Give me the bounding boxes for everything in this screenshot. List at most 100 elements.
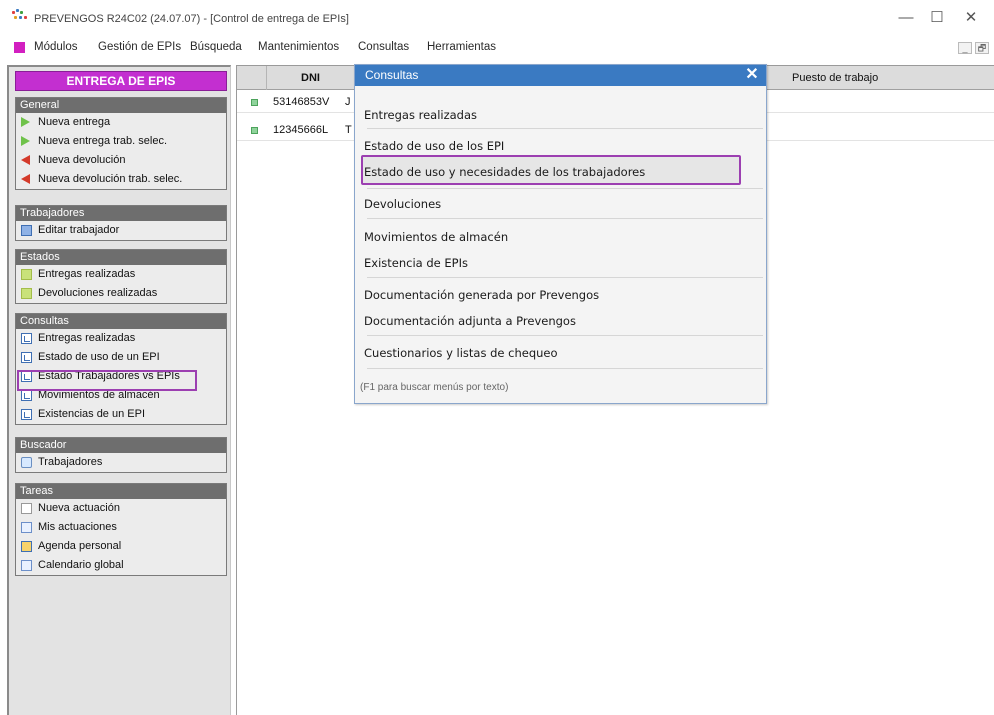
popup-item-devoluciones[interactable]: Devoluciones [364, 197, 441, 211]
status-icon [21, 269, 32, 280]
item-estado-entregas[interactable]: Entregas realizadas [16, 265, 226, 284]
maximize-button[interactable]: ☐ [926, 9, 948, 27]
popup-divider [367, 128, 763, 129]
item-editar-trabajador[interactable]: Editar trabajador [16, 221, 226, 240]
menu-mantenimientos[interactable]: Mantenimientos [258, 41, 339, 53]
cell-name: T [345, 124, 352, 136]
column-dni[interactable]: DNI [267, 66, 355, 90]
menu-gestion-epis[interactable]: Gestión de EPIs [98, 41, 181, 53]
item-label: Calendario global [38, 559, 124, 571]
section-title: Trabajadores [16, 206, 226, 221]
title-bar: PREVENGOS R24C02 (24.07.07) - [Control d… [0, 0, 994, 36]
red-arrow-icon [21, 155, 30, 165]
query-icon [21, 409, 32, 420]
green-arrow-icon [21, 136, 30, 146]
calendar-icon [21, 560, 32, 571]
item-agenda-personal[interactable]: Agenda personal [16, 537, 226, 556]
menu-app-icon [14, 42, 25, 53]
row-status-icon [251, 127, 258, 134]
actions-grid-icon [21, 522, 32, 533]
item-nueva-entrega-trab[interactable]: Nueva entrega trab. selec. [16, 132, 226, 151]
popup-item-doc-generada[interactable]: Documentación generada por Prevengos [364, 288, 599, 302]
grid-header-indicator [237, 66, 267, 90]
menu-consultas[interactable]: Consultas [358, 41, 409, 53]
menu-busqueda[interactable]: Búsqueda [190, 41, 242, 53]
new-action-icon [21, 503, 32, 514]
panel-header: ENTREGA DE EPIS [15, 71, 227, 91]
popup-hint: (F1 para buscar menús por texto) [360, 382, 509, 393]
section-consultas: Consultas Entregas realizadas Estado de … [15, 313, 227, 425]
item-label: Nueva entrega [38, 116, 111, 128]
left-panel: ENTREGA DE EPIS General Nueva entrega Nu… [7, 65, 231, 715]
cell-dni: 12345666L [273, 124, 329, 136]
section-title: Tareas [16, 484, 226, 499]
close-button[interactable]: ✕ [960, 9, 982, 27]
item-mis-actuaciones[interactable]: Mis actuaciones [16, 518, 226, 537]
section-trabajadores: Trabajadores Editar trabajador [15, 205, 227, 241]
item-label: Entregas realizadas [38, 268, 136, 280]
agenda-icon [21, 541, 32, 552]
section-title: Buscador [16, 438, 226, 453]
query-icon [21, 352, 32, 363]
item-label: Nueva entrega trab. selec. [38, 135, 168, 147]
popup-item-estado-uso-epi[interactable]: Estado de uso de los EPI [364, 139, 504, 153]
item-nueva-actuacion[interactable]: Nueva actuación [16, 499, 226, 518]
popup-divider [367, 188, 763, 189]
query-icon [21, 390, 32, 401]
item-label: Nueva devolución trab. selec. [38, 173, 183, 185]
item-label: Editar trabajador [38, 224, 120, 236]
item-label: Agenda personal [38, 540, 122, 552]
mdi-restore-button[interactable]: 🗗 [975, 42, 989, 54]
popup-item-entregas-realizadas[interactable]: Entregas realizadas [364, 108, 477, 122]
green-arrow-icon [21, 117, 30, 127]
popup-item-existencia-epis[interactable]: Existencia de EPIs [364, 256, 468, 270]
item-estado-uso-epi[interactable]: Estado de uso de un EPI [16, 348, 226, 367]
item-label: Entregas realizadas [38, 332, 136, 344]
popup-item-doc-adjunta[interactable]: Documentación adjunta a Prevengos [364, 314, 576, 328]
column-puesto[interactable]: Puesto de trabajo [788, 66, 994, 90]
menu-modulos[interactable]: Módulos [34, 41, 77, 53]
section-estados: Estados Entregas realizadas Devoluciones… [15, 249, 227, 304]
item-nueva-devolucion-trab[interactable]: Nueva devolución trab. selec. [16, 170, 226, 189]
row-status-icon [251, 99, 258, 106]
popup-item-estado-uso-necesidades[interactable]: Estado de uso y necesidades de los traba… [364, 165, 645, 179]
popup-item-movimientos-almacen[interactable]: Movimientos de almacén [364, 230, 508, 244]
popup-title: Consultas [355, 65, 766, 86]
app-logo-icon [12, 9, 28, 23]
item-existencias-epi[interactable]: Existencias de un EPI [16, 405, 226, 424]
item-label: Trabajadores [38, 456, 103, 468]
item-buscar-trabajadores[interactable]: Trabajadores [16, 453, 226, 472]
popup-divider [367, 218, 763, 219]
item-label: Mis actuaciones [38, 521, 117, 533]
popup-divider [367, 335, 763, 336]
red-arrow-icon [21, 174, 30, 184]
item-nueva-entrega[interactable]: Nueva entrega [16, 113, 226, 132]
section-buscador: Buscador Trabajadores [15, 437, 227, 473]
item-calendario-global[interactable]: Calendario global [16, 556, 226, 575]
menu-herramientas[interactable]: Herramientas [427, 41, 496, 53]
section-title: Consultas [16, 314, 226, 329]
item-estado-devoluciones[interactable]: Devoluciones realizadas [16, 284, 226, 303]
section-general: General Nueva entrega Nueva entrega trab… [15, 97, 227, 190]
menu-bar: Módulos Gestión de EPIs Búsqueda Manteni… [0, 38, 994, 58]
mdi-minimize-button[interactable]: _ [958, 42, 972, 54]
window-title: PREVENGOS R24C02 (24.07.07) - [Control d… [34, 13, 349, 25]
cell-dni: 53146853V [273, 96, 330, 108]
cell-name: J [345, 96, 351, 108]
popup-item-cuestionarios[interactable]: Cuestionarios y listas de chequeo [364, 346, 558, 360]
status-icon [21, 288, 32, 299]
consultas-popup: Consultas ✕ Entregas realizadas Estado d… [354, 64, 767, 404]
popup-divider [367, 368, 763, 369]
minimize-button[interactable]: — [895, 9, 917, 27]
query-icon [21, 333, 32, 344]
popup-divider [367, 277, 763, 278]
section-title: Estados [16, 250, 226, 265]
item-nueva-devolucion[interactable]: Nueva devolución [16, 151, 226, 170]
item-label: Estado de uso de un EPI [38, 351, 160, 363]
close-icon[interactable]: ✕ [744, 66, 760, 84]
item-label: Nueva actuación [38, 502, 120, 514]
edit-worker-icon [21, 225, 32, 236]
highlight-estado-trabajadores [17, 370, 197, 391]
item-label: Existencias de un EPI [38, 408, 146, 420]
item-consulta-entregas[interactable]: Entregas realizadas [16, 329, 226, 348]
